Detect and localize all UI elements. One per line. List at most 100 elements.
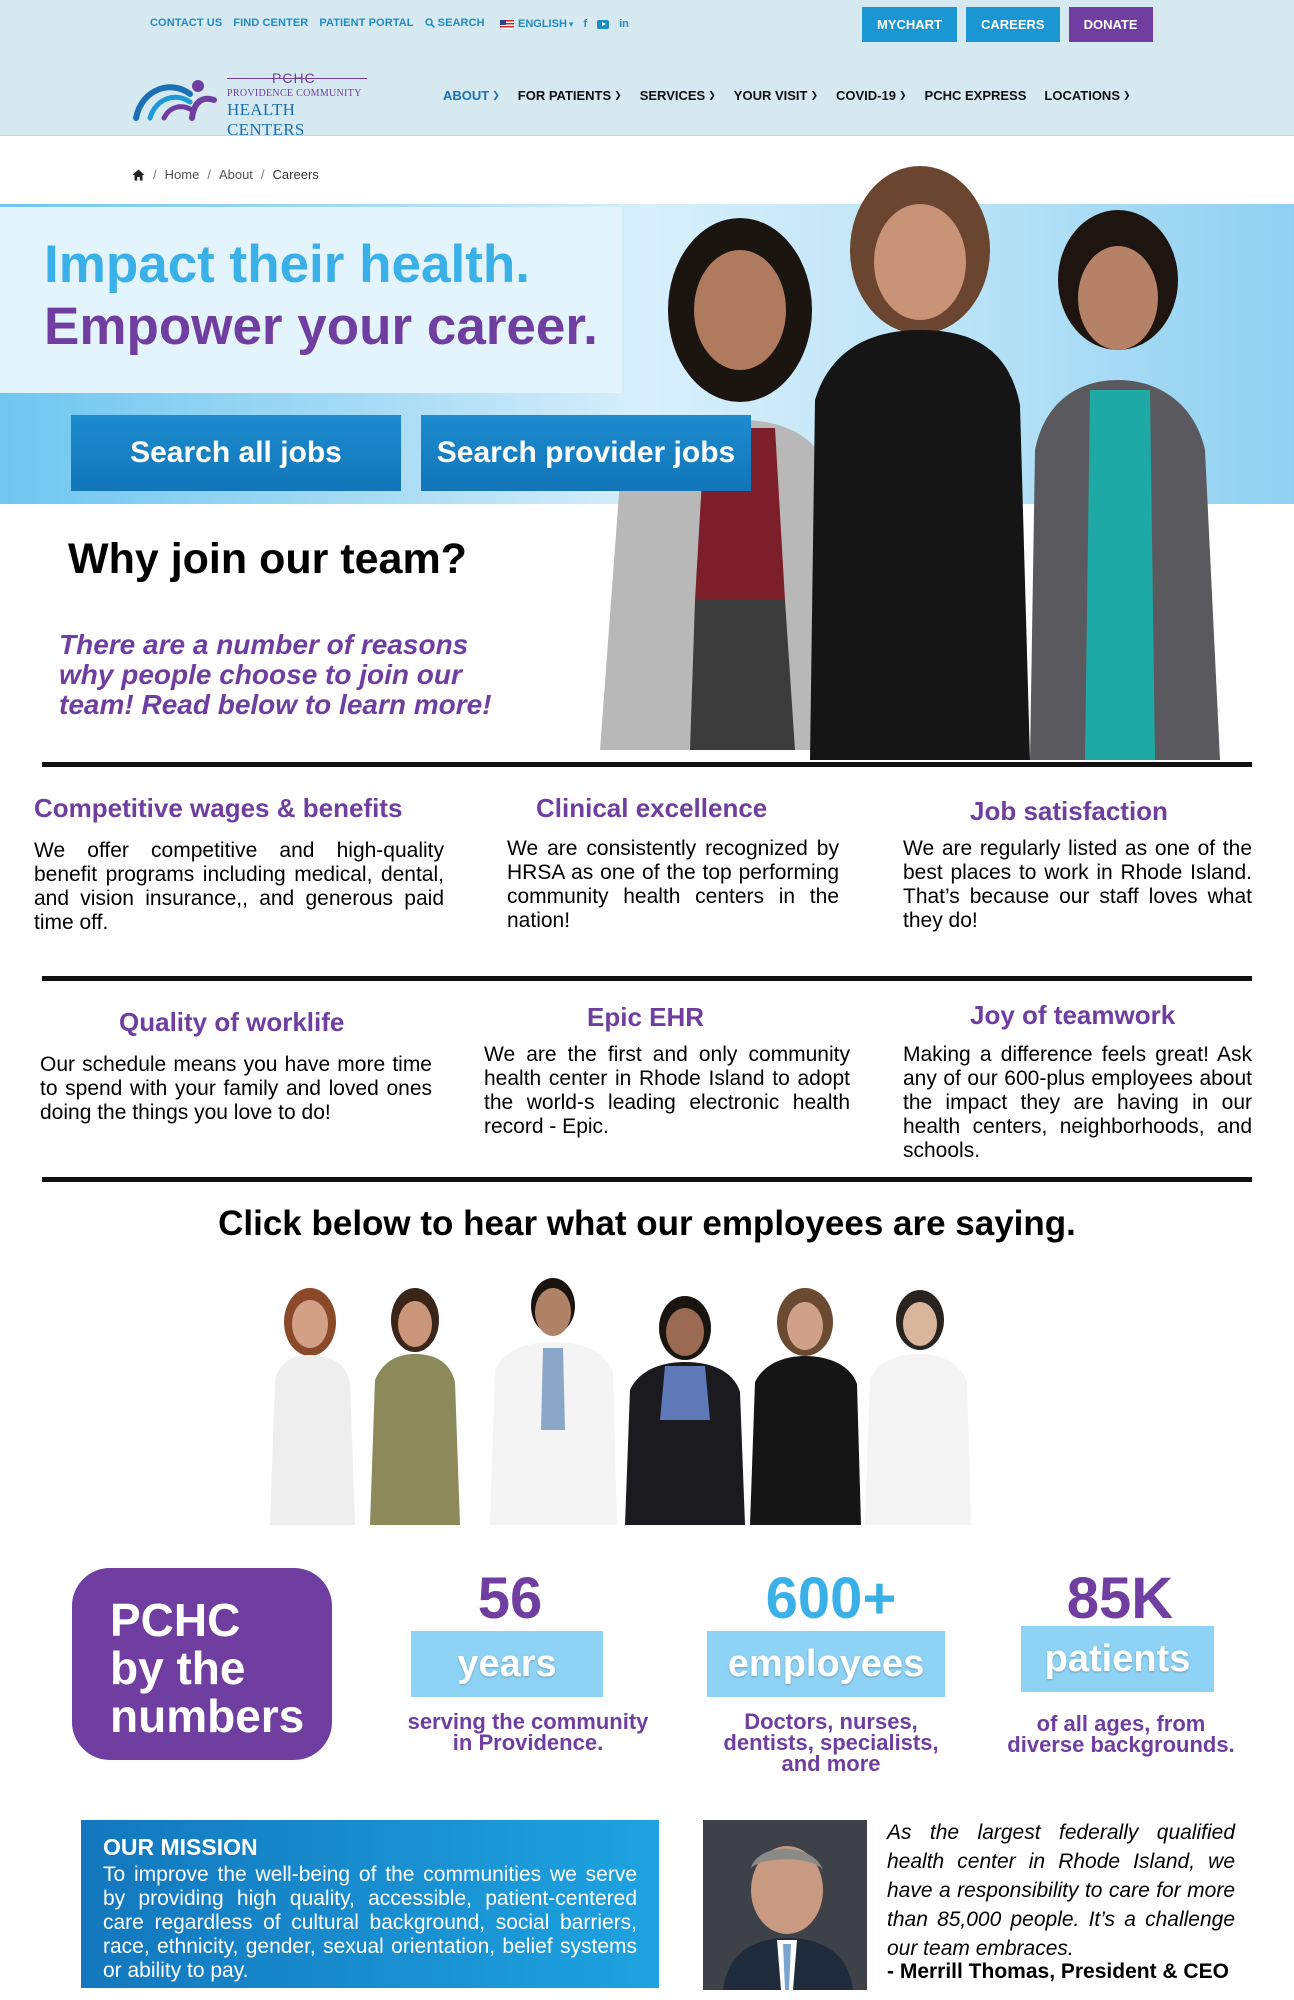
stat-patients-desc-line-2: diverse backgrounds. (1007, 1732, 1235, 1757)
stat-patients-label: patients (1021, 1626, 1214, 1692)
chevron-down-icon: ❯ (1123, 90, 1131, 100)
reason-text-teamwork: Making a difference feels great! Ask any… (903, 1043, 1252, 1162)
search-link[interactable]: SEARCH (424, 17, 485, 29)
language-label: ENGLISH (518, 18, 567, 30)
hero-headline-line-2: Empower your career. (44, 297, 598, 356)
why-join-subtitle: There are a number of reasons why people… (59, 629, 492, 720)
ceo-quote: As the largest federally qualified healt… (887, 1821, 1235, 1960)
mission-title: OUR MISSION (103, 1834, 258, 1860)
language-social: ENGLISH ▾ f in (500, 18, 629, 30)
stat-employees-desc-line-3: and more (781, 1751, 881, 1776)
nav-your-visit-label: YOUR VISIT (733, 88, 808, 103)
breadcrumb-separator: / (207, 167, 211, 182)
stat-years-desc-line-1: serving the community (407, 1709, 649, 1734)
reason-text-epic: We are the first and only community heal… (484, 1043, 850, 1138)
nav-covid-19-label: COVID-19 (836, 88, 896, 103)
stat-employees-description: Doctors, nurses, dentists, specialists, … (700, 1709, 962, 1776)
facebook-icon[interactable]: f (583, 18, 587, 30)
reason-title-worklife: Quality of worklife (119, 1007, 345, 1037)
hero-headline-line-1: Impact their health. (44, 235, 530, 294)
header-action-buttons: MYCHART CAREERS DONATE (862, 7, 1153, 42)
find-center-link[interactable]: FIND CENTER (233, 17, 308, 29)
section-divider (42, 762, 1252, 767)
stat-patients-desc-line-1: of all ages, from (1036, 1711, 1206, 1736)
logo-divider (227, 78, 367, 79)
stat-employees-label: employees (707, 1631, 945, 1697)
us-flag-icon (500, 19, 514, 29)
stat-employees-desc-line-1: Doctors, nurses, (744, 1709, 918, 1734)
mychart-button[interactable]: MYCHART (862, 7, 957, 42)
nav-about-label: ABOUT (443, 88, 490, 103)
breadcrumb-about[interactable]: About (219, 167, 253, 182)
reason-text-worklife: Our schedule means you have more time to… (40, 1053, 432, 1124)
nav-services-label: SERVICES (639, 88, 706, 103)
nav-for-patients-label: FOR PATIENTS (517, 88, 612, 103)
breadcrumb-separator: / (153, 167, 157, 182)
stat-years-value: 56 (477, 1566, 543, 1631)
main-nav: ABOUT ❯ FOR PATIENTS ❯ SERVICES ❯ YOUR VISI… (443, 88, 1131, 103)
numbers-box-line-2: by the (110, 1642, 246, 1694)
numbers-box-line-1: PCHC (110, 1594, 241, 1646)
logo-line-1: PROVIDENCE COMMUNITY (227, 88, 362, 99)
language-selector[interactable]: ENGLISH ▾ (500, 18, 573, 30)
donate-button[interactable]: DONATE (1068, 7, 1153, 42)
stat-patients-value: 85K (1066, 1566, 1174, 1631)
chevron-down-icon: ❯ (492, 90, 500, 100)
ceo-signature: - Merrill Thomas, President & CEO (887, 1960, 1229, 1983)
reason-text-clinical: We are consistently recognized by HRSA a… (507, 837, 839, 932)
linkedin-icon[interactable]: in (619, 18, 629, 30)
chevron-down-icon: ▾ (568, 18, 574, 29)
nav-pchc-express-label: PCHC EXPRESS (924, 88, 1027, 103)
stat-patients-description: of all ages, from diverse backgrounds. (990, 1711, 1252, 1757)
reason-title-epic: Epic EHR (587, 1002, 705, 1032)
logo-line-2: HEALTH CENTERS (227, 100, 305, 139)
stat-years-label: years (411, 1631, 603, 1697)
reason-title-satisfaction: Job satisfaction (970, 796, 1168, 826)
reason-title-clinical: Clinical excellence (536, 793, 768, 823)
nav-services[interactable]: SERVICES ❯ (640, 88, 716, 103)
search-icon (424, 18, 435, 28)
breadcrumb-home[interactable]: Home (165, 167, 200, 182)
stat-years-desc-line-2: in Providence. (452, 1730, 604, 1755)
contact-us-link[interactable]: CONTACT US (150, 17, 222, 29)
ceo-portrait (703, 1820, 867, 1990)
mission-text: To improve the well-being of the communi… (103, 1863, 637, 1982)
search-provider-jobs-button[interactable]: Search provider jobs (421, 415, 751, 491)
nav-pchc-express[interactable]: PCHC EXPRESS (925, 88, 1027, 103)
why-join-heading: Why join our team? (68, 535, 467, 583)
breadcrumb: / Home / About / Careers (132, 167, 319, 182)
chevron-down-icon: ❯ (708, 90, 716, 100)
nav-for-patients[interactable]: FOR PATIENTS ❯ (518, 88, 622, 103)
chevron-down-icon: ❯ (898, 90, 907, 100)
stat-employees-value: 600+ (765, 1566, 897, 1631)
reason-text-wages: We offer competitive and high-quality be… (34, 839, 444, 934)
pchc-numbers-box: PCHC by the numbers (72, 1568, 332, 1760)
site-header: CONTACT US FIND CENTER PATIENT PORTAL SE… (0, 0, 1294, 139)
home-icon[interactable] (132, 169, 145, 181)
nav-about[interactable]: ABOUT ❯ (443, 88, 500, 103)
reason-title-wages: Competitive wages & benefits (34, 793, 403, 823)
search-all-jobs-button[interactable]: Search all jobs (71, 415, 401, 491)
nav-your-visit[interactable]: YOUR VISIT ❯ (734, 88, 818, 103)
logo-mark-icon (133, 80, 217, 121)
breadcrumb-current: Careers (272, 167, 319, 182)
nav-covid-19[interactable]: COVID-19 ❯ (836, 88, 907, 103)
pchc-logo[interactable]: PCHC PROVIDENCE COMMUNITY HEALTH CENTERS (132, 70, 372, 139)
section-divider (42, 1177, 1252, 1182)
careers-button[interactable]: CAREERS (966, 7, 1060, 42)
patient-portal-link[interactable]: PATIENT PORTAL (319, 17, 413, 29)
nav-locations[interactable]: LOCATIONS ❯ (1044, 88, 1130, 103)
employees-group-photo[interactable] (265, 1270, 1017, 1525)
stat-years-description: serving the community in Providence. (390, 1709, 666, 1755)
numbers-box-line-3: numbers (110, 1690, 305, 1742)
reason-title-teamwork: Joy of teamwork (970, 1000, 1176, 1030)
mission-box: OUR MISSION To improve the well-being of… (81, 1820, 659, 1988)
stat-employees-desc-line-2: dentists, specialists, (723, 1730, 939, 1755)
youtube-icon[interactable] (597, 19, 610, 29)
search-label: SEARCH (437, 17, 485, 29)
chevron-down-icon: ❯ (810, 90, 819, 100)
utility-nav: CONTACT US FIND CENTER PATIENT PORTAL SE… (150, 17, 485, 29)
section-divider (42, 976, 1252, 981)
reason-text-satisfaction: We are regularly listed as one of the be… (903, 837, 1252, 932)
chevron-down-icon: ❯ (614, 90, 622, 100)
